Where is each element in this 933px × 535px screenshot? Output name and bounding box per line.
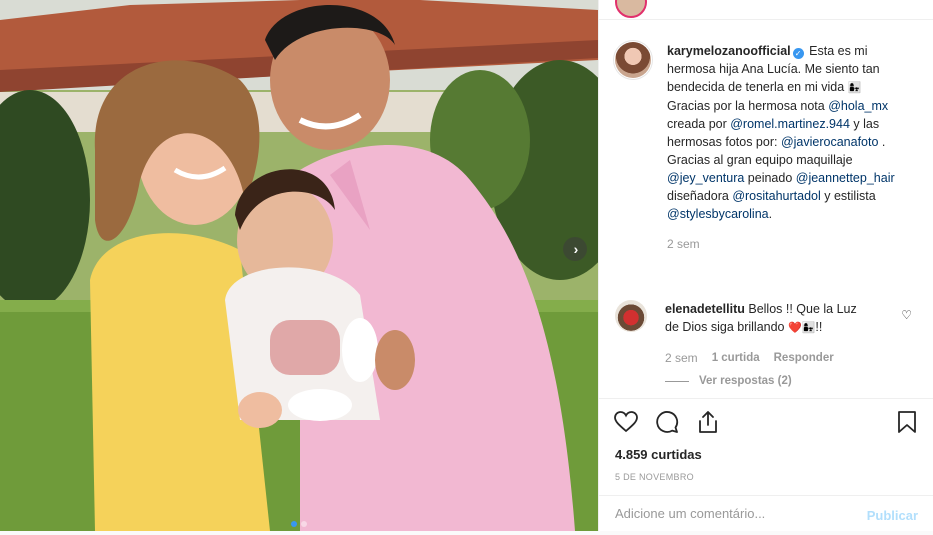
view-replies-label[interactable]: Ver respostas (2): [699, 375, 792, 387]
mention-link[interactable]: @stylesbycarolina: [667, 207, 769, 221]
bookmark-icon[interactable]: [894, 409, 920, 435]
comment-text: !!: [815, 320, 823, 334]
post-actions: 4.859 curtidas 5 DE NOVEMBRO Publicar: [599, 398, 933, 531]
heart-family-emoji: ❤️👩‍👧: [788, 322, 816, 334]
view-replies[interactable]: Ver respostas (2): [665, 375, 792, 387]
caption: karymelozanoofficial ✓ Esta es mi hermosa…: [615, 42, 907, 253]
carousel-next-button[interactable]: ›: [563, 237, 587, 261]
carousel-indicator: [0, 521, 598, 527]
reply-button[interactable]: Responder: [774, 349, 834, 367]
add-comment-bar: Publicar: [599, 495, 933, 535]
post-photo[interactable]: ›: [0, 0, 598, 531]
comment-body: elenadetellitu Bellos !! Que la Luz ​de D…: [665, 300, 905, 367]
caption-text: .: [768, 207, 773, 221]
verified-badge-icon: ✓: [792, 48, 804, 59]
mention-link[interactable]: @javierocanafoto: [781, 135, 878, 149]
caption-text: creada por: [667, 117, 731, 131]
mention-link[interactable]: @hola_mx: [828, 99, 888, 113]
comments-section[interactable]: karymelozanoofficial ✓ Esta es mi hermosa…: [599, 36, 933, 396]
post-header: [599, 0, 933, 20]
commenter-username[interactable]: elenadetellitu: [665, 302, 745, 316]
publish-button[interactable]: Publicar: [867, 508, 918, 523]
mention-link[interactable]: @rositahurtadol: [732, 189, 820, 203]
author-username[interactable]: karymelozanoofficial: [667, 44, 791, 58]
comment-text: Bellos !! Que la Luz: [744, 302, 857, 316]
caption-text: Gracias por la hermosa nota: [667, 99, 829, 113]
comment-likes[interactable]: 1 curtida: [712, 349, 760, 367]
instagram-post: › karymelozanoofficial ✓ Esta es mi hermo…: [0, 0, 933, 531]
heart-icon[interactable]: [613, 409, 639, 435]
likes-count[interactable]: 4.859 curtidas: [615, 447, 702, 462]
comment-bubble-icon[interactable]: [654, 409, 680, 435]
comment-text: ​de Dios siga brillando: [665, 320, 788, 334]
replies-divider: [665, 380, 689, 382]
caption-timestamp[interactable]: 2 sem: [667, 235, 700, 253]
comment: elenadetellitu Bellos !! Que la Luz ​de D…: [615, 300, 905, 367]
mention-link[interactable]: @romel.martinez.944: [730, 117, 850, 131]
caption-text: y estilista: [820, 189, 876, 203]
post-side-panel: karymelozanoofficial ✓ Esta es mi hermosa…: [598, 0, 933, 531]
mention-link[interactable]: @jeannettep_hair: [796, 171, 895, 185]
caption-text: diseñadora: [667, 189, 733, 203]
mention-link[interactable]: @jey_ventura: [667, 171, 744, 185]
caption-meta: 2 sem: [667, 235, 907, 253]
comment-meta: 2 sem 1 curtida Responder: [665, 349, 905, 367]
share-icon[interactable]: [695, 409, 721, 435]
commenter-avatar[interactable]: [615, 300, 647, 332]
family-photo-illustration: [0, 0, 598, 531]
carousel-dot-active: [291, 521, 297, 527]
caption-body: karymelozanoofficial ✓ Esta es mi hermosa…: [667, 42, 907, 253]
post-date[interactable]: 5 DE NOVEMBRO: [615, 472, 694, 482]
carousel-dot: [301, 521, 307, 527]
comment-input[interactable]: [615, 506, 845, 521]
caption-text: peinado: [744, 171, 796, 185]
action-icons: [613, 409, 721, 435]
author-header-avatar[interactable]: [615, 0, 647, 18]
comment-like-heart-icon[interactable]: ♡: [901, 308, 912, 322]
author-avatar[interactable]: [615, 42, 651, 78]
family-emoji: 👩‍👧: [847, 82, 862, 94]
chevron-right-icon: ›: [573, 241, 579, 257]
comment-timestamp[interactable]: 2 sem: [665, 349, 698, 367]
